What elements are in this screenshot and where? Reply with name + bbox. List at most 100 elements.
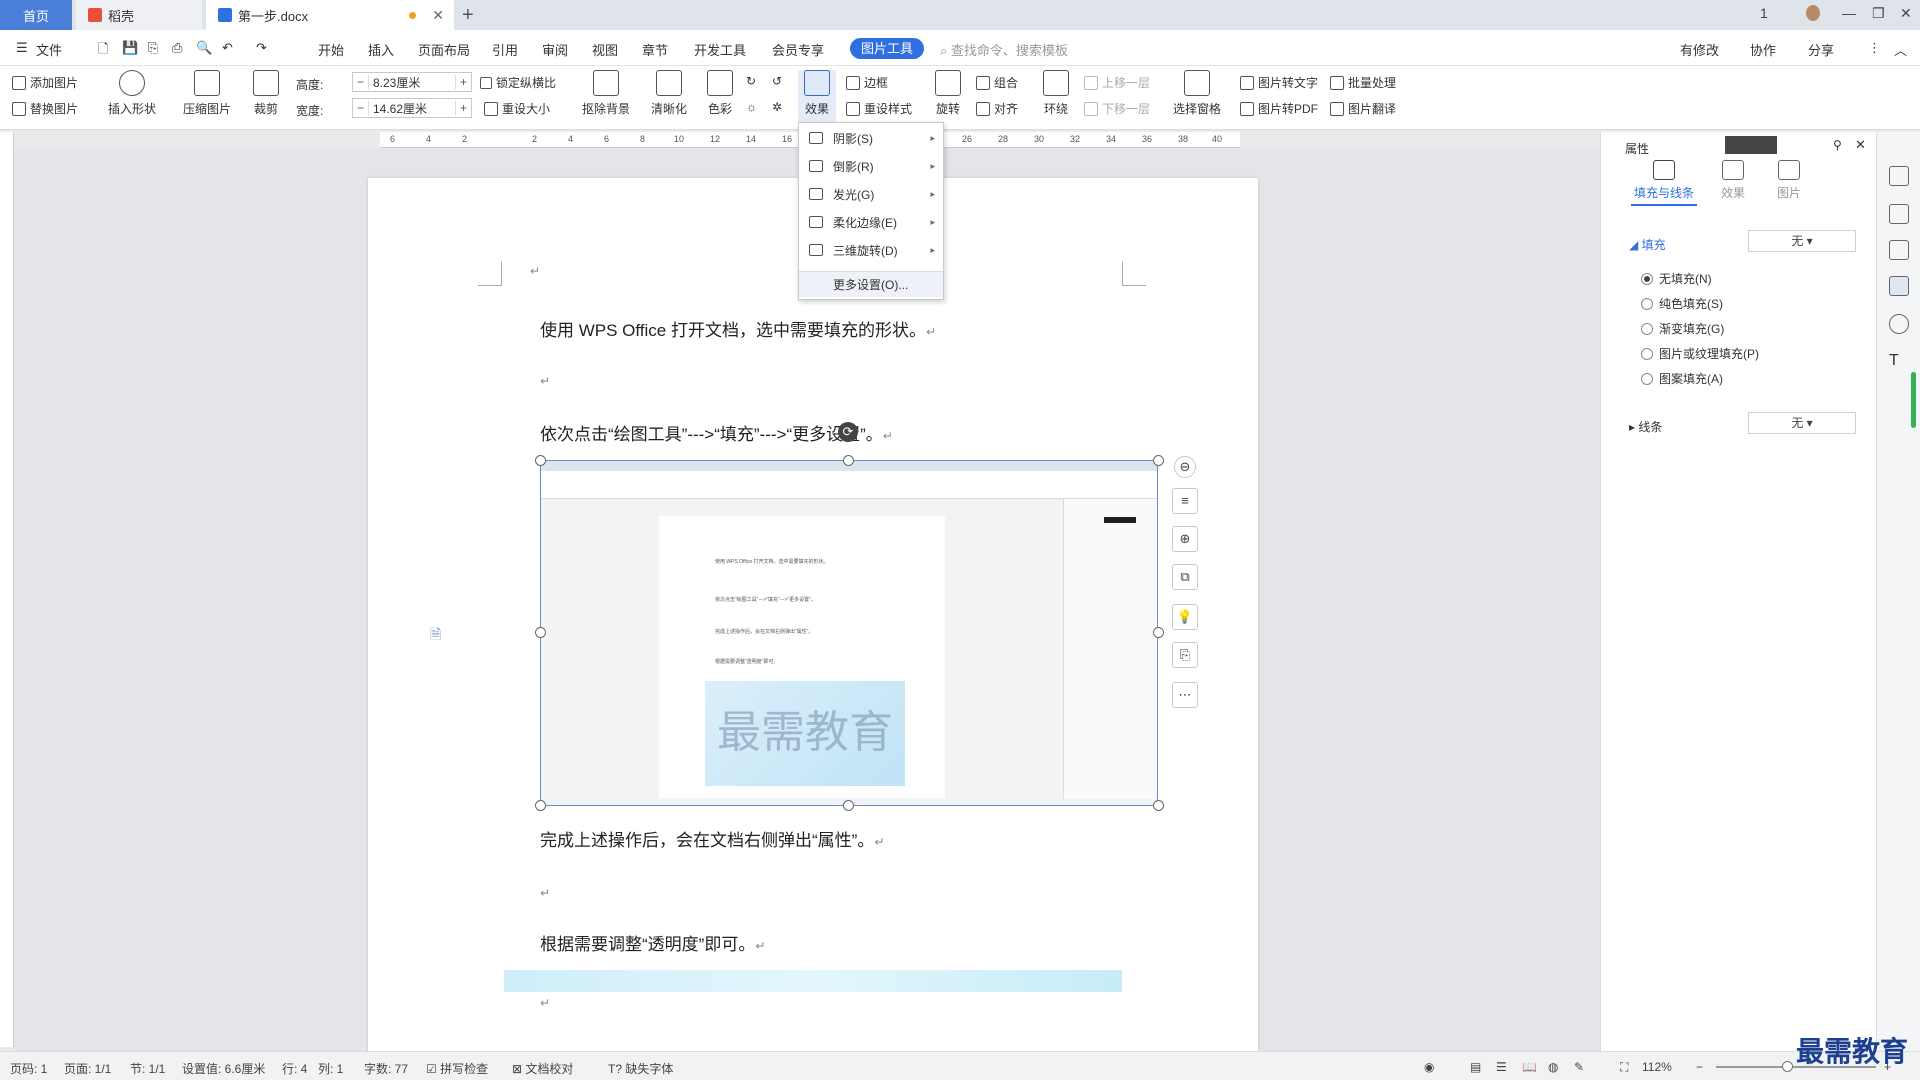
minimize-button[interactable]: —: [1842, 5, 1856, 21]
height-stepper[interactable]: −8.23厘米 +: [352, 72, 472, 92]
align-button[interactable]: 对齐: [976, 100, 1018, 117]
resize-handle[interactable]: [1153, 455, 1164, 466]
search-input[interactable]: ⌕ 查找命令、搜索模板: [940, 40, 1068, 59]
collapse-float-button[interactable]: ⊖: [1174, 456, 1196, 478]
export-icon[interactable]: ⎘: [148, 40, 158, 56]
menu-view[interactable]: 视图: [592, 40, 618, 59]
pen-icon[interactable]: [1889, 204, 1909, 224]
fit-icon[interactable]: ⛶: [1620, 1060, 1628, 1075]
avatar[interactable]: [1806, 5, 1820, 21]
new-tab-button[interactable]: +: [462, 4, 474, 27]
save-icon[interactable]: 💾: [122, 40, 138, 56]
pin-icon[interactable]: ⚲: [1833, 138, 1842, 152]
resize-handle[interactable]: [535, 455, 546, 466]
radio-pattern-fill[interactable]: 图案填充(A): [1641, 370, 1723, 387]
effect-button[interactable]: 效果: [798, 70, 836, 126]
outline-view-icon[interactable]: ☰: [1496, 1060, 1507, 1074]
rotate-handle-icon[interactable]: ⟳: [838, 422, 858, 442]
tab-daoke[interactable]: 稻壳: [76, 0, 202, 30]
preview-icon[interactable]: 🔍: [196, 40, 212, 56]
collab-button[interactable]: 协作: [1750, 40, 1776, 59]
share-button[interactable]: 分享: [1808, 40, 1834, 59]
radio-no-fill[interactable]: 无填充(N): [1641, 270, 1712, 287]
menu-reference[interactable]: 引用: [492, 40, 518, 59]
menu-item-soft-edges[interactable]: 柔化边缘(E) ▸: [799, 209, 943, 235]
rotate-right-icon[interactable]: ↺: [772, 74, 782, 88]
doc-line-1[interactable]: 使用 WPS Office 打开文档，选中需要填充的形状。↵: [540, 316, 936, 341]
print-icon[interactable]: ⎙: [172, 40, 182, 56]
height-value[interactable]: 8.23厘米: [369, 74, 455, 91]
zoom-icon[interactable]: ⊕: [1172, 526, 1198, 552]
spell-check-button[interactable]: ☑ 拼写检查: [426, 1060, 488, 1077]
radio-picture-fill[interactable]: 图片或纹理填充(P): [1641, 345, 1759, 362]
page-view-icon[interactable]: ▤: [1470, 1060, 1481, 1074]
fill-section-header[interactable]: ◢ 填充: [1629, 236, 1666, 253]
brightness-icon[interactable]: ☼: [746, 100, 757, 114]
vertical-ruler[interactable]: [0, 132, 14, 1047]
fill-select[interactable]: 无 ▾: [1748, 230, 1856, 252]
rotate-button[interactable]: 旋转: [930, 70, 966, 117]
menu-item-glow[interactable]: 发光(G) ▸: [799, 181, 943, 207]
status-section[interactable]: 节: 1/1: [130, 1060, 165, 1077]
hamburger-icon[interactable]: ☰: [16, 40, 28, 56]
batch-button[interactable]: 批量处理: [1330, 74, 1396, 91]
status-setting[interactable]: 设置值: 6.6厘米: [182, 1060, 265, 1077]
style-icon[interactable]: [1889, 166, 1909, 186]
reading-view-icon[interactable]: 📖: [1522, 1060, 1537, 1074]
help-icon[interactable]: [1889, 314, 1909, 334]
menu-layout[interactable]: 页面布局: [418, 40, 470, 59]
pic-to-text-button[interactable]: 图片转文字: [1240, 74, 1318, 91]
tab-effect[interactable]: 效果: [1713, 160, 1753, 201]
pointer-icon[interactable]: [1889, 240, 1909, 260]
width-value[interactable]: 14.62厘米: [369, 100, 455, 117]
new-doc-icon[interactable]: 🗋: [98, 40, 108, 62]
menu-chapter[interactable]: 章节: [642, 40, 668, 59]
line-section-header[interactable]: ▸ 线条: [1629, 418, 1662, 435]
tab-picture-tools[interactable]: 图片工具: [850, 38, 924, 59]
wrap-button[interactable]: 环绕: [1038, 70, 1074, 117]
more-float-icon[interactable]: ⋯: [1172, 682, 1198, 708]
selection-pane-button[interactable]: 选择窗格: [1170, 70, 1224, 117]
menu-item-reflection[interactable]: 倒影(R) ▸: [799, 153, 943, 179]
text-icon[interactable]: T: [1889, 352, 1909, 372]
status-row[interactable]: 行: 4: [282, 1060, 307, 1077]
status-page-code[interactable]: 页码: 1: [10, 1060, 47, 1077]
tab-home[interactable]: 首页: [0, 0, 72, 30]
window-mode-icon[interactable]: 1: [1760, 5, 1768, 21]
group-button[interactable]: 组合: [976, 74, 1018, 91]
resize-handle[interactable]: [1153, 800, 1164, 811]
close-icon[interactable]: ✕: [432, 7, 444, 24]
translate-button[interactable]: 图片翻译: [1330, 100, 1396, 117]
insert-shape-button[interactable]: 插入形状: [102, 70, 162, 117]
resize-handle[interactable]: [535, 627, 546, 638]
menu-item-3d-rotation[interactable]: 三维旋转(D) ▸: [799, 237, 943, 263]
proofread-button[interactable]: ⊠ 文档校对: [512, 1060, 573, 1077]
menu-insert[interactable]: 插入: [368, 40, 394, 59]
plus-icon[interactable]: +: [455, 101, 471, 115]
reset-size-button[interactable]: 重设大小: [484, 100, 550, 117]
remove-bg-button[interactable]: 抠除背景: [578, 70, 634, 117]
resize-handle[interactable]: [535, 800, 546, 811]
changes-button[interactable]: 有修改: [1680, 40, 1719, 59]
width-stepper[interactable]: −14.62厘米 +: [352, 98, 472, 118]
web-view-icon[interactable]: ◍: [1548, 1060, 1558, 1074]
radio-gradient-fill[interactable]: 渐变填充(G): [1641, 320, 1724, 337]
banner-image-strip[interactable]: [504, 970, 1122, 992]
close-icon[interactable]: ✕: [1855, 137, 1866, 153]
write-view-icon[interactable]: ✎: [1574, 1060, 1584, 1074]
layout-options-icon[interactable]: ≡: [1172, 488, 1198, 514]
menu-item-shadow[interactable]: 阴影(S) ▸: [799, 125, 943, 151]
sharpen-button[interactable]: 清晰化: [646, 70, 692, 117]
close-window-button[interactable]: ✕: [1900, 5, 1912, 22]
zoom-slider-thumb[interactable]: [1782, 1061, 1793, 1072]
inserted-picture[interactable]: 使用 WPS Office 打开文档，选中需要填充的形状。 依次点击“绘图工具”…: [540, 460, 1158, 806]
panel-title[interactable]: 属性: [1625, 140, 1649, 157]
restore-button[interactable]: ❐: [1872, 5, 1885, 22]
redo-icon[interactable]: ↷: [256, 40, 267, 56]
tab-picture[interactable]: 图片: [1769, 160, 1809, 201]
status-words[interactable]: 字数: 77: [364, 1060, 408, 1077]
radio-solid-fill[interactable]: 纯色填充(S): [1641, 295, 1723, 312]
menu-member[interactable]: 会员专享: [772, 40, 824, 59]
replace-picture-button[interactable]: 替换图片: [12, 100, 78, 117]
menu-review[interactable]: 审阅: [542, 40, 568, 59]
